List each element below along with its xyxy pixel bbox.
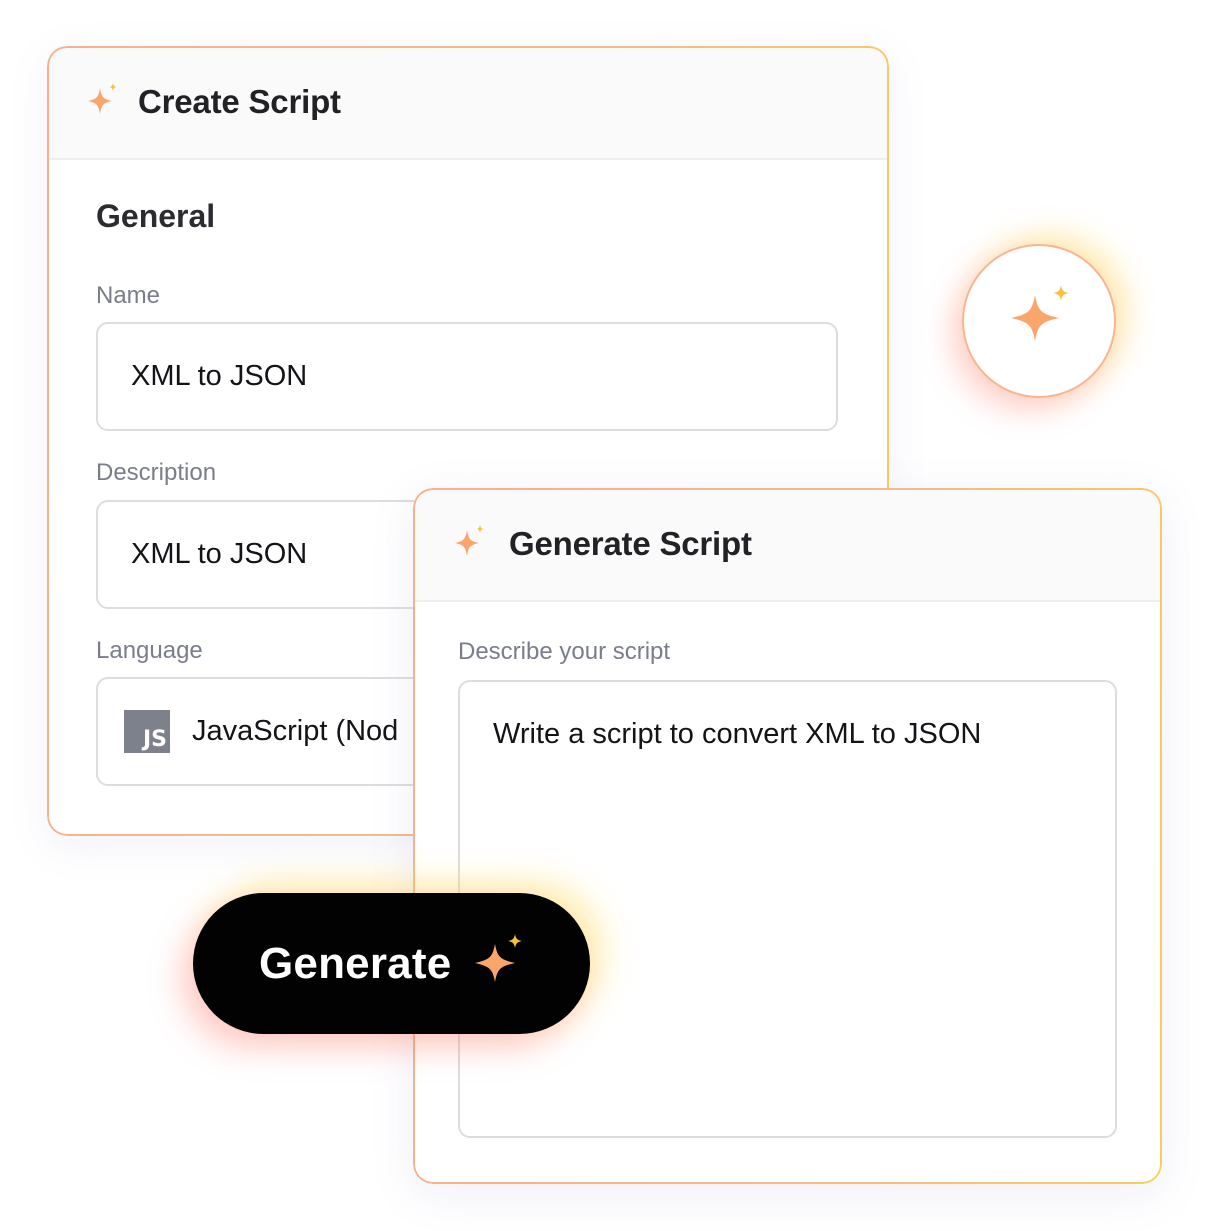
generate-script-header: Generate Script: [413, 488, 1162, 602]
sparkle-icon: [451, 524, 491, 564]
ai-sparkle-badge: [962, 244, 1116, 398]
sparkle-icon: [84, 82, 124, 122]
language-select-value: JavaScript (Nod: [192, 715, 399, 747]
js-logo-icon: JS: [124, 710, 170, 753]
description-input-value: XML to JSON: [131, 538, 308, 570]
prompt-textarea-value: Write a script to convert XML to JSON: [493, 718, 982, 750]
generate-script-title: Generate Script: [509, 525, 752, 562]
description-label: Description: [96, 459, 217, 486]
create-script-title: Create Script: [138, 83, 341, 120]
name-input[interactable]: XML to JSON: [96, 322, 838, 431]
prompt-label: Describe your script: [458, 638, 671, 665]
name-label: Name: [96, 282, 161, 309]
create-script-header: Create Script: [47, 46, 889, 160]
generate-script-panel: Generate Script Describe your script Wri…: [413, 488, 1162, 1184]
generate-button[interactable]: Generate: [193, 893, 590, 1034]
sparkle-icon: [475, 933, 523, 982]
language-label: Language: [96, 637, 203, 664]
generate-button-label: Generate: [259, 938, 452, 988]
name-input-value: XML to JSON: [131, 360, 308, 392]
section-title-general: General: [96, 198, 216, 234]
sparkle-icon: [1011, 285, 1069, 341]
